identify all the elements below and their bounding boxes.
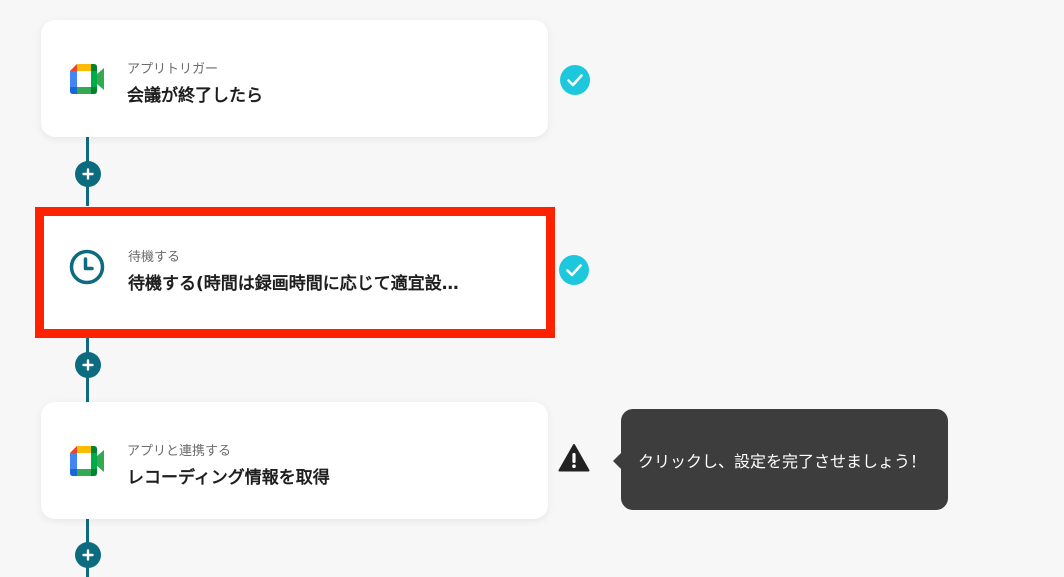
step-status	[558, 442, 590, 474]
flow-step-card-app[interactable]: アプリと連携する レコーディング情報を取得	[41, 402, 548, 519]
add-step-button[interactable]	[75, 352, 101, 378]
step-type-label: アプリトリガー	[127, 62, 219, 77]
plus-icon	[82, 168, 94, 180]
flow-step-card-wait[interactable]: 待機する 待機する(時間は録画時間に応じて適宜設…	[35, 207, 555, 338]
setup-hint-tooltip: クリックし、設定を完了させましょう！	[613, 409, 948, 510]
google-meet-icon	[70, 446, 104, 476]
step-status	[558, 254, 590, 286]
plus-icon	[82, 549, 94, 561]
add-step-button[interactable]	[75, 161, 101, 187]
step-status	[559, 64, 591, 96]
tooltip-text: クリックし、設定を完了させましょう！	[638, 451, 927, 471]
add-step-button[interactable]	[75, 542, 101, 568]
clock-icon	[69, 249, 105, 285]
completed-check-icon	[560, 65, 590, 95]
step-type-label: アプリと連携する	[127, 444, 232, 459]
google-meet-icon	[70, 64, 104, 94]
completed-check-icon	[559, 255, 589, 285]
flow-canvas: アプリトリガー 会議が終了したら 待機する 待機する(時間は録画時間に応じて適宜…	[0, 0, 1064, 577]
warning-icon	[558, 444, 590, 472]
step-title: レコーディング情報を取得	[127, 468, 330, 488]
plus-icon	[82, 359, 94, 371]
step-title: 待機する(時間は録画時間に応じて適宜設…	[128, 274, 459, 294]
step-type-label: 待機する	[128, 250, 181, 265]
flow-step-card-trigger[interactable]: アプリトリガー 会議が終了したら	[41, 20, 548, 137]
step-title: 会議が終了したら	[127, 86, 263, 106]
